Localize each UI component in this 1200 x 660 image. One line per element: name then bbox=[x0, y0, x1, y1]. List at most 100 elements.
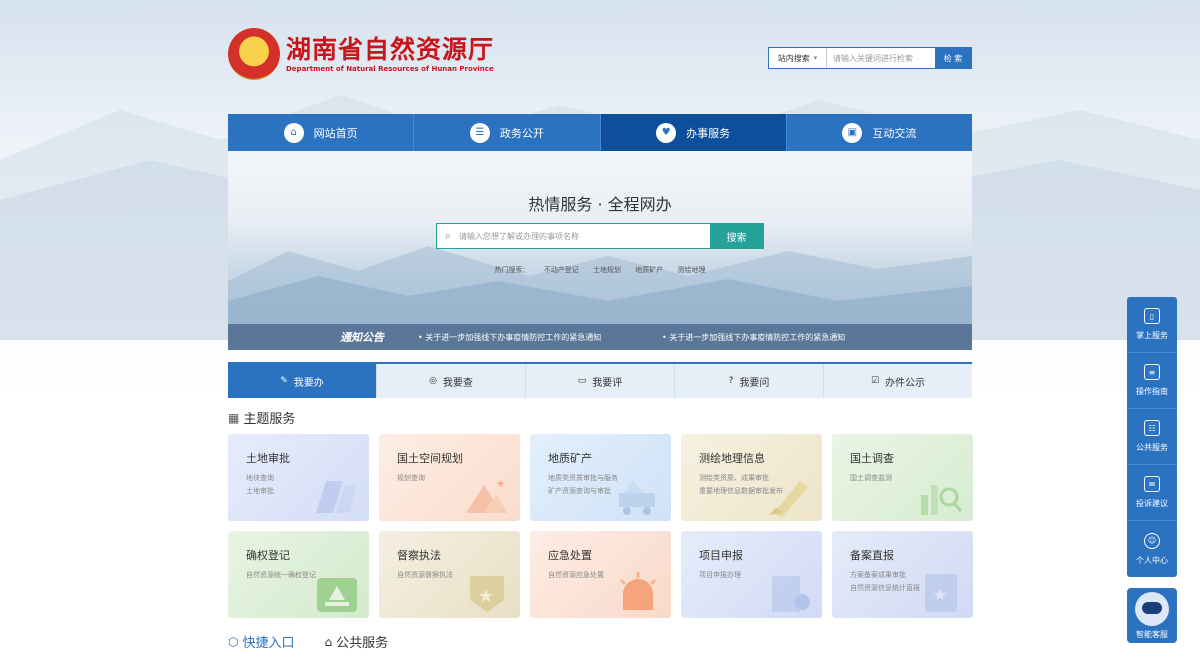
nav-label: 互动交流 bbox=[872, 126, 917, 140]
nav-gov-affairs[interactable]: ☰ 政务公开 bbox=[414, 114, 601, 151]
service-card-land-approval[interactable]: 土地审批 地块查询 土地审批 bbox=[228, 434, 369, 521]
robot-icon bbox=[1135, 592, 1169, 626]
chevron-down-icon: ▾ bbox=[813, 54, 818, 62]
site-subtitle: Department of Natural Resources of Hunan… bbox=[286, 65, 494, 73]
service-card-emergency[interactable]: 应急处置 自然资源应急处置 bbox=[530, 531, 671, 618]
nav-label: 网站首页 bbox=[313, 126, 358, 140]
comment-icon: ▭ bbox=[577, 376, 587, 386]
theme-service-grid: 土地审批 地块查询 土地审批 国土空间规划 规划查询 ★ 地质矿产 地质类资质审… bbox=[228, 434, 973, 618]
service-card-surveying[interactable]: 测绘地理信息 测绘类资质、成果审批 重要地理信息数据审批发布 bbox=[681, 434, 822, 521]
card-title: 确权登记 bbox=[246, 549, 290, 562]
document-icon: ☰ bbox=[469, 122, 490, 143]
tab-label: 快捷入口 bbox=[242, 636, 295, 651]
sidebar-label: 投诉建议 bbox=[1136, 499, 1168, 508]
tab-label: 公共服务 bbox=[336, 636, 389, 651]
mountain-flag-icon: ★ bbox=[466, 479, 508, 513]
svg-text:★: ★ bbox=[933, 585, 947, 604]
service-search-input[interactable] bbox=[459, 224, 710, 248]
handshake-icon: ♥ bbox=[656, 122, 677, 143]
question-icon: ? bbox=[728, 376, 734, 386]
service-card-geology-minerals[interactable]: 地质矿产 地质类资质审批与服务 矿产资源查询与审批 bbox=[530, 434, 671, 521]
search-icon: ⌕ bbox=[444, 229, 452, 242]
notice-bar: 通知公告 关于进一步加强线下办事疫情防控工作的紧急通知 关于进一步加强线下办事疫… bbox=[228, 324, 972, 350]
card-title: 督察执法 bbox=[397, 549, 441, 562]
tab-label: 我要问 bbox=[739, 377, 770, 389]
people-icon: ☷ bbox=[1144, 420, 1160, 436]
grid-icon: ▦ bbox=[228, 410, 240, 425]
chat-icon: ▣ bbox=[842, 122, 863, 143]
tab-publicity[interactable]: ☑ 办件公示 bbox=[824, 364, 972, 398]
card-title: 备案直报 bbox=[850, 549, 894, 562]
report-star-icon: ★ bbox=[925, 574, 957, 612]
tab-review[interactable]: ▭ 我要评 bbox=[526, 364, 675, 398]
document-gear-icon bbox=[772, 576, 810, 612]
sidebar-item-guide[interactable]: ≡ 操作指南 bbox=[1127, 353, 1177, 409]
nav-services[interactable]: ♥ 办事服务 bbox=[600, 114, 787, 151]
sidebar-item-mobile[interactable]: ▯ 掌上服务 bbox=[1127, 297, 1177, 353]
hero-mountains bbox=[228, 246, 972, 350]
search-scope-label: 站内搜索 bbox=[777, 53, 810, 63]
hero-title: 热情服务 · 全程网办 bbox=[528, 195, 672, 214]
service-card-filing[interactable]: 备案直报 方案备案成果审批 自然资源信息统计直报 ★ bbox=[832, 531, 973, 618]
hot-search-label: 热门搜索： bbox=[494, 266, 530, 274]
chart-magnifier-icon bbox=[921, 485, 963, 515]
alarm-light-icon bbox=[619, 572, 657, 610]
service-card-spatial-planning[interactable]: 国土空间规划 规划查询 ★ bbox=[379, 434, 520, 521]
tab-label: 我要评 bbox=[592, 377, 623, 389]
smart-assistant-button[interactable]: 智能客服 bbox=[1127, 588, 1177, 643]
land-blocks-icon bbox=[316, 481, 357, 513]
tab-label: 我要查 bbox=[442, 377, 473, 389]
card-title: 测绘地理信息 bbox=[699, 452, 765, 465]
nav-label: 政务公开 bbox=[499, 126, 544, 140]
sidebar-item-complaint[interactable]: ✉ 投诉建议 bbox=[1127, 465, 1177, 521]
tab-public-service[interactable]: ⌂ 公共服务 bbox=[325, 632, 389, 652]
search-shield-icon: ◎ bbox=[429, 376, 437, 386]
tab-label: 办件公示 bbox=[885, 377, 926, 389]
service-search-button[interactable]: 搜索 bbox=[710, 224, 763, 248]
hot-search-link[interactable]: 不动产登记 bbox=[544, 266, 579, 274]
sidebar-item-user[interactable]: ☺ 个人中心 bbox=[1127, 521, 1177, 577]
sidebar-label: 掌上服务 bbox=[1136, 331, 1168, 340]
card-title: 地质矿产 bbox=[548, 452, 592, 465]
sidebar-label: 操作指南 bbox=[1136, 387, 1168, 396]
tab-quick-access[interactable]: ⬡ 快捷入口 bbox=[228, 632, 295, 652]
section-heading: ▦ 主题服务 bbox=[228, 408, 295, 428]
mine-cart-icon bbox=[619, 481, 655, 515]
card-title: 国土空间规划 bbox=[397, 452, 463, 465]
site-search: 站内搜索 ▾ 检 索 bbox=[768, 47, 972, 69]
bottom-tabs: ⬡ 快捷入口 ⌂ 公共服务 bbox=[228, 632, 418, 652]
stamp-icon bbox=[317, 578, 357, 612]
site-title: 湖南省自然资源厅 bbox=[286, 35, 495, 64]
notice-link[interactable]: 关于进一步加强线下办事疫情防控工作的紧急通知 bbox=[418, 332, 654, 343]
notice-link[interactable]: 关于进一步加强线下办事疫情防控工作的紧急通知 bbox=[662, 332, 898, 343]
site-logo[interactable]: 湖南省自然资源厅 Department of Natural Resources… bbox=[228, 28, 494, 80]
service-card-rights-registration[interactable]: 确权登记 自然资源统一确权登记 bbox=[228, 531, 369, 618]
tab-query[interactable]: ◎ 我要查 bbox=[377, 364, 526, 398]
hot-search-link[interactable]: 地质矿产 bbox=[635, 266, 663, 274]
sidebar-item-public[interactable]: ☷ 公共服务 bbox=[1127, 409, 1177, 465]
book-icon: ≡ bbox=[1144, 364, 1160, 380]
tab-ask[interactable]: ? 我要问 bbox=[675, 364, 824, 398]
tab-apply[interactable]: ✎ 我要办 bbox=[228, 364, 377, 398]
site-search-input[interactable] bbox=[827, 48, 935, 68]
hot-search-link[interactable]: 土地规划 bbox=[593, 266, 621, 274]
nav-home[interactable]: ⌂ 网站首页 bbox=[228, 114, 415, 151]
svg-text:★: ★ bbox=[478, 586, 494, 607]
floating-sidebar: ▯ 掌上服务 ≡ 操作指南 ☷ 公共服务 ✉ 投诉建议 ☺ 个人中心 bbox=[1127, 297, 1177, 577]
hot-search-link[interactable]: 测绘地理 bbox=[677, 266, 705, 274]
nav-interaction[interactable]: ▣ 互动交流 bbox=[787, 114, 972, 151]
pen-icon: ✎ bbox=[280, 376, 288, 386]
sidebar-label: 公共服务 bbox=[1136, 443, 1168, 452]
assistant-label: 智能客服 bbox=[1136, 630, 1168, 639]
search-scope-select[interactable]: 站内搜索 ▾ bbox=[769, 48, 827, 68]
service-card-project-application[interactable]: 项目申报 项目申报办理 bbox=[681, 531, 822, 618]
cube-icon: ⬡ bbox=[228, 634, 239, 649]
national-emblem-icon bbox=[228, 28, 280, 80]
service-tabs: ✎ 我要办 ◎ 我要查 ▭ 我要评 ? 我要问 ☑ 办件公示 bbox=[228, 362, 972, 398]
service-card-inspection[interactable]: 督察执法 自然资源督察执法 ★ bbox=[379, 531, 520, 618]
badge-star-icon: ★ bbox=[470, 576, 504, 612]
site-search-button[interactable]: 检 索 bbox=[935, 48, 971, 68]
service-card-land-survey[interactable]: 国土调查 国土调查监测 bbox=[832, 434, 973, 521]
main-nav: ⌂ 网站首页 ☰ 政务公开 ♥ 办事服务 ▣ 互动交流 bbox=[228, 114, 972, 151]
sidebar-label: 个人中心 bbox=[1136, 555, 1168, 565]
